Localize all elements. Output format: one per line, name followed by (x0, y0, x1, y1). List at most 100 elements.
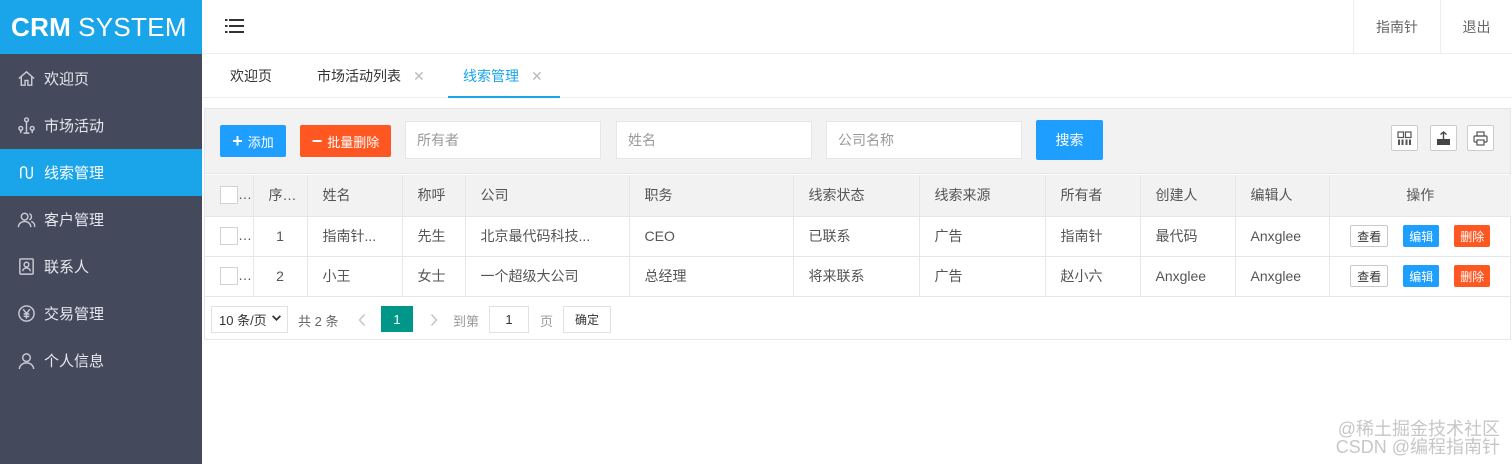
sidebar-item-market[interactable]: 市场活动 (0, 102, 202, 149)
users-icon (16, 210, 36, 230)
column-header[interactable]: 姓名 (307, 175, 403, 217)
goto-label: 到第 (453, 313, 480, 329)
watermark-line: CSDN @编程指南针 (1335, 437, 1500, 457)
batch-delete-button[interactable]: − 批量删除 (300, 125, 391, 157)
sidebar-item-label: 市场活动 (44, 118, 105, 135)
sidebar-item-deals[interactable]: 交易管理 (0, 290, 202, 337)
table-cell: 广告 (919, 256, 1046, 297)
user-name-link[interactable]: 指南针 (1353, 0, 1440, 54)
plus-icon: + (232, 131, 243, 151)
logo-bold-text: CRM (11, 11, 72, 42)
tab-market-list[interactable]: 市场活动列表 ✕ (317, 54, 425, 98)
tab-clues[interactable]: 线索管理 ✕ (448, 54, 560, 98)
sidebar-item-label: 交易管理 (44, 306, 105, 323)
name-search-input[interactable] (616, 121, 812, 159)
table-cell: Anxglee (1235, 256, 1330, 297)
column-header[interactable]: 公司 (465, 175, 630, 217)
header-actions: 指南针 退出 (1353, 0, 1512, 54)
sidebar-item-label: 欢迎页 (44, 71, 90, 88)
row-select-cell (205, 216, 254, 257)
row-checkbox[interactable] (220, 267, 238, 286)
page-size-select[interactable]: 10 条/页 (211, 306, 288, 333)
table-row[interactable]: 2 小王 女士 一个超级大公司 总经理 将来联系 广告 赵小六 Anxglee … (205, 256, 1511, 297)
sidebar-item-customers[interactable]: 客户管理 (0, 196, 202, 243)
add-button[interactable]: + 添加 (220, 125, 286, 157)
column-header[interactable]: 职务 (629, 175, 794, 217)
next-page-icon[interactable] (429, 299, 439, 341)
sidebar-item-label: 联系人 (44, 259, 90, 276)
table-cell: 最代码 (1140, 216, 1236, 257)
table-header-row: 序号 姓名 称呼 公司 职务 线索状态 线索来源 所有者 创建人 编辑人 操作 (205, 175, 1511, 217)
table-cell: 1 (253, 216, 308, 257)
table-cell: 先生 (402, 216, 466, 257)
home-icon (16, 69, 36, 89)
edit-button[interactable]: 编辑 (1403, 225, 1440, 247)
logo-text: SYSTEM (78, 11, 187, 42)
delete-button[interactable]: 删除 (1454, 225, 1491, 247)
edit-button[interactable]: 编辑 (1403, 265, 1440, 287)
tab-label: 市场活动列表 (317, 68, 401, 84)
table-cell: 2 (253, 256, 308, 297)
total-count: 共 2 条 (298, 313, 339, 329)
pagination: 10 条/页 共 2 条 1 到第 1 页 确定 (205, 299, 1510, 341)
table-cell: 指南针 (1045, 216, 1141, 257)
sidebar-item-contacts[interactable]: 联系人 (0, 243, 202, 290)
table-cell: 北京最代码科技... (465, 216, 630, 257)
tab-label: 线索管理 (463, 68, 519, 84)
page-unit-label: 页 (540, 313, 554, 329)
sidebar-item-profile[interactable]: 个人信息 (0, 337, 202, 384)
table-cell: 小王 (307, 256, 403, 297)
company-search-input[interactable] (826, 121, 1022, 159)
add-button-label: 添加 (247, 134, 274, 150)
watermark-line: @稀土掘金技术社区 (1337, 419, 1500, 439)
export-icon[interactable] (1430, 125, 1457, 151)
sidebar-item-welcome[interactable]: 欢迎页 (0, 55, 202, 102)
view-button[interactable]: 查看 (1350, 265, 1389, 287)
table-row[interactable]: 1 指南针... 先生 北京最代码科技... CEO 已联系 广告 指南针 最代… (205, 216, 1511, 257)
column-header[interactable]: 称呼 (402, 175, 466, 217)
network-icon (16, 116, 36, 136)
column-header[interactable]: 编辑人 (1235, 175, 1330, 217)
sidebar: CRM SYSTEM 欢迎页 市场活动 线索管理 客户管理 联系人 交易管理 个… (0, 0, 202, 464)
view-button[interactable]: 查看 (1350, 225, 1389, 247)
close-icon[interactable]: ✕ (413, 68, 425, 85)
row-actions: 查看 编辑 删除 (1329, 216, 1511, 257)
search-button[interactable]: 搜索 (1036, 120, 1103, 160)
table-cell: 女士 (402, 256, 466, 297)
clue-table-panel: + 添加 − 批量删除 搜索 序号 姓名 称呼 (204, 108, 1511, 340)
page-size-value: 10 条/页 (219, 313, 267, 328)
top-header: 指南针 退出 (202, 0, 1512, 54)
goto-page-input[interactable]: 1 (489, 306, 529, 333)
goto-confirm-button[interactable]: 确定 (563, 306, 611, 333)
logout-button[interactable]: 退出 (1440, 0, 1512, 54)
page-number-current[interactable]: 1 (381, 306, 413, 332)
clue-icon (16, 163, 36, 183)
column-header[interactable]: 创建人 (1140, 175, 1236, 217)
column-header[interactable]: 线索状态 (793, 175, 920, 217)
table-cell: 指南针... (307, 216, 403, 257)
print-icon[interactable] (1467, 125, 1494, 151)
owner-search-input[interactable] (405, 121, 601, 159)
row-checkbox[interactable] (220, 227, 238, 246)
sidebar-item-label: 线索管理 (44, 165, 105, 182)
row-select-cell (205, 256, 254, 297)
column-header[interactable]: 序号 (253, 175, 308, 217)
delete-button[interactable]: 删除 (1454, 265, 1491, 287)
minus-icon: − (311, 131, 323, 151)
prev-page-icon[interactable] (357, 299, 367, 341)
tab-welcome[interactable]: 欢迎页 (230, 54, 272, 98)
column-header[interactable]: 线索来源 (919, 175, 1046, 217)
close-icon[interactable]: ✕ (531, 68, 543, 85)
sidebar-item-label: 客户管理 (44, 212, 105, 229)
select-all-checkbox[interactable] (220, 186, 238, 205)
menu-toggle-icon[interactable] (224, 15, 246, 37)
app-logo[interactable]: CRM SYSTEM (0, 0, 202, 54)
column-header[interactable]: 所有者 (1045, 175, 1141, 217)
sidebar-item-clues[interactable]: 线索管理 (0, 149, 202, 196)
columns-icon[interactable] (1391, 125, 1418, 151)
watermark: @稀土掘金技术社区 CSDN @编程指南针 (1336, 420, 1500, 456)
table-cell: 已联系 (793, 216, 920, 257)
tab-label: 欢迎页 (230, 68, 272, 84)
page-tabs: 欢迎页 市场活动列表 ✕ 线索管理 ✕ (202, 54, 1512, 98)
row-actions: 查看 编辑 删除 (1329, 256, 1511, 297)
